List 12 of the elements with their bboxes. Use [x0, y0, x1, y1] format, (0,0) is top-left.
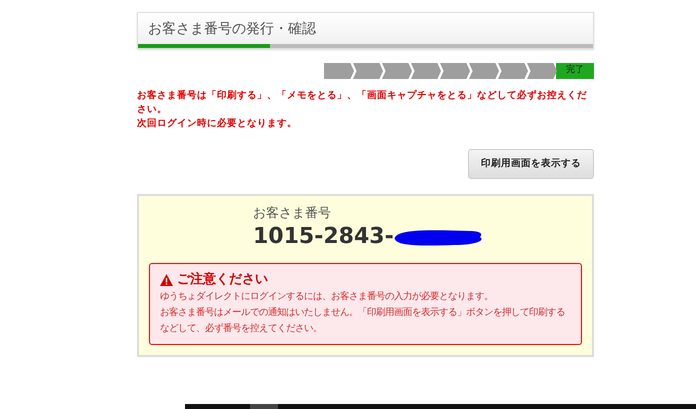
- notice-text: お客さま番号は「印刷する」、「メモをとる」、「画面キャプチャをとる」などして必ずお控えください。: [137, 89, 588, 117]
- print-view-button[interactable]: 印刷用画面を表示する: [468, 149, 594, 180]
- notice-text: 次回ログイン時に必要となります。: [137, 117, 298, 131]
- customer-number-label: お客さま番号: [253, 205, 332, 224]
- warning-icon: [160, 274, 173, 286]
- caution-text: ゆうちょダイレクトにログインするには、お客さま番号の入力が必要となります。: [160, 290, 494, 304]
- caution-title: ご注意ください: [177, 270, 268, 289]
- current-step: 完了: [556, 63, 594, 79]
- caution-text: お客さま番号はメールでの通知はいたしません。「印刷用画面を表示する」ボタンを押して印刷するなどして、必ず番号を控えてください。: [160, 306, 566, 336]
- customer-number-value: 1015-2843-: [253, 224, 394, 250]
- taskbar-item[interactable]: [250, 404, 278, 409]
- page-title: お客さま番号の発行・確認: [147, 20, 317, 39]
